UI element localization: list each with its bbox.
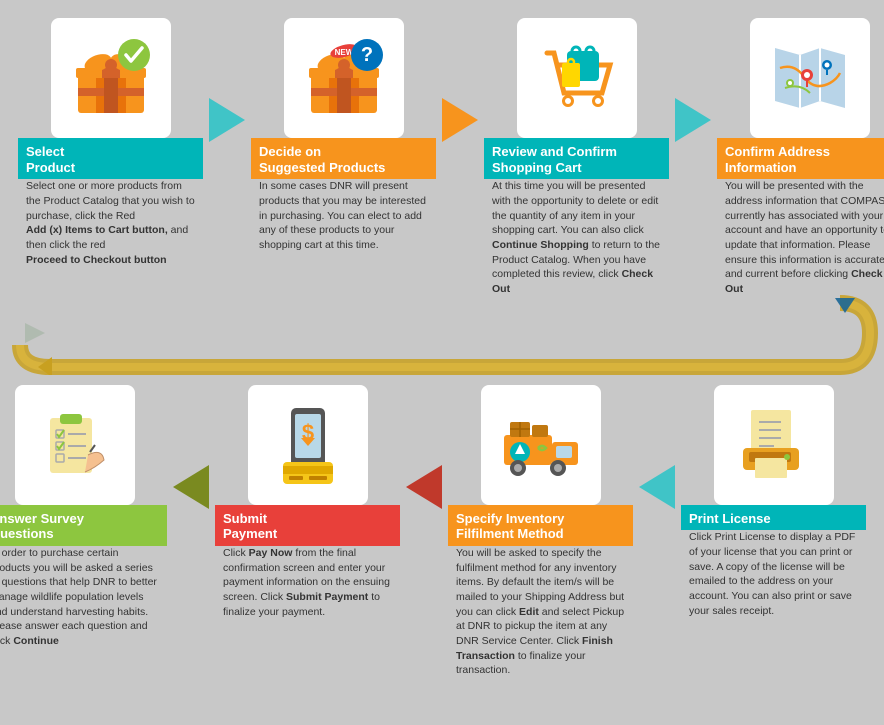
step-select-product: SelectProduct Select one or more product…: [18, 18, 203, 275]
arrow-b3-shape: [173, 465, 209, 509]
main-container: SelectProduct Select one or more product…: [0, 0, 884, 725]
survey-icon: [30, 400, 120, 490]
arrow3: [669, 60, 717, 180]
arrow-b2-shape: [406, 465, 442, 509]
step2-desc: In some cases DNR will present products …: [251, 179, 436, 260]
step4-desc: You will be presented with the address i…: [717, 179, 884, 305]
flow-curve-svg: [0, 295, 884, 375]
step7-desc: Click Pay Now from the final confirmatio…: [215, 546, 400, 627]
arrow-b3: [167, 427, 215, 547]
arrow3-shape: [675, 98, 711, 142]
step1-icon-box: [51, 18, 171, 138]
step-confirm-address: Confirm AddressInformation You will be p…: [717, 18, 884, 305]
step5-desc: Click Print License to display a PDF of …: [681, 530, 866, 626]
printer-icon: [729, 400, 819, 490]
step4-icon-box: [750, 18, 870, 138]
svg-text:?: ?: [360, 44, 372, 66]
step2-label: Decide onSuggested Products: [251, 138, 436, 179]
arrow-b1-shape: [639, 465, 675, 509]
arrow2-shape: [442, 98, 478, 142]
step6-label: Specify InventoryFilfilment Method: [448, 505, 633, 546]
step6-icon-box: [481, 385, 601, 505]
step-review-cart: Review and ConfirmShopping Cart At this …: [484, 18, 669, 305]
arrow1-shape: [209, 98, 245, 142]
payment-icon: $: [263, 400, 353, 490]
step8-label: Answer SurveyQuestions: [0, 505, 167, 546]
svg-text:NEW: NEW: [334, 48, 353, 57]
step1-label: SelectProduct: [18, 138, 203, 179]
step-specify-inventory: Specify InventoryFilfilment Method You w…: [448, 385, 633, 686]
step7-label: SubmitPayment: [215, 505, 400, 546]
step6-desc: You will be asked to specify the fulfilm…: [448, 546, 633, 686]
bottom-row: Print License Click Print License to dis…: [0, 375, 884, 686]
step5-label: Print License: [681, 505, 866, 531]
step-print-license: Print License Click Print License to dis…: [681, 385, 866, 627]
shopping-cart-icon: [532, 33, 622, 123]
step1-desc: Select one or more products from the Pro…: [18, 179, 203, 275]
arrow-b1: [633, 427, 681, 547]
step3-icon-box: [517, 18, 637, 138]
step8-desc: In order to purchase certain products yo…: [0, 546, 167, 657]
truck-icon: [496, 400, 586, 490]
arrow-b2: [400, 427, 448, 547]
arrow1: [203, 60, 251, 180]
step3-label: Review and ConfirmShopping Cart: [484, 138, 669, 179]
step8-icon-box: [15, 385, 135, 505]
step7-icon-box: $: [248, 385, 368, 505]
arrow2: [436, 60, 484, 180]
gift-check-icon: [66, 33, 156, 123]
gift-question-icon: NEW ?: [299, 33, 389, 123]
step5-icon-box: [714, 385, 834, 505]
top-row: SelectProduct Select one or more product…: [0, 0, 884, 305]
step-answer-survey: Answer SurveyQuestions In order to purch…: [0, 385, 167, 657]
map-icon: [765, 33, 855, 123]
flow-curve-area: [0, 295, 884, 375]
step3-desc: At this time you will be presented with …: [484, 179, 669, 305]
step-submit-payment: $ SubmitPayment Click Pay Now from the f…: [215, 385, 400, 628]
step2-icon-box: NEW ?: [284, 18, 404, 138]
step-decide-suggested: NEW ? Decide onSuggested Products In som…: [251, 18, 436, 261]
step4-label: Confirm AddressInformation: [717, 138, 884, 179]
